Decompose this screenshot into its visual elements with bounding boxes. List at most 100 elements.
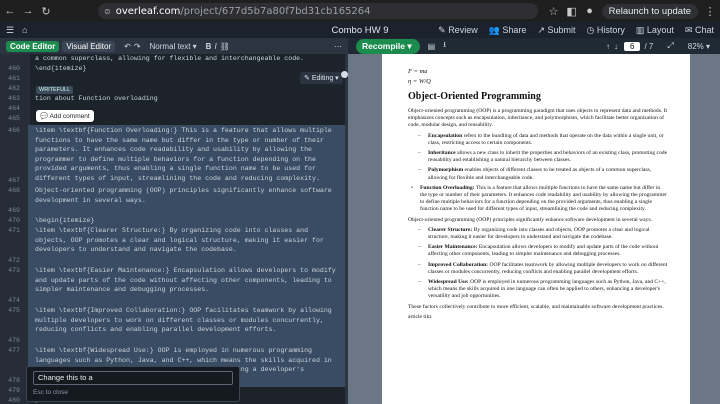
line-text: \item \textbf{Clearer Structure:} By org… [35, 227, 324, 254]
submit-button[interactable]: ↗ Submit [537, 25, 575, 36]
line-text: a common superclass, allowing for flexib… [35, 55, 305, 62]
fullscreen-icon[interactable]: ⤢ [667, 41, 673, 51]
list-item: • Function Overloading: This is a feature… [411, 184, 667, 213]
review-button[interactable]: ✎ Review [438, 25, 478, 36]
comment-icon: 💬 [40, 113, 49, 120]
code-line[interactable]: 471 \item \textbf{Clearer Structure:} By… [0, 226, 345, 256]
forward-icon[interactable]: → [22, 5, 34, 17]
section-heading: Object-Oriented Programming [408, 91, 541, 102]
line-number: 476 [8, 337, 20, 344]
share-button[interactable]: 👥 Share [489, 25, 527, 36]
code-line[interactable]: 475 \item \textbf{Improved Collaboration… [0, 306, 345, 336]
code-line[interactable]: 473 \item \textbf{Easier Maintenance:} E… [0, 266, 345, 296]
paragraph: article tikz [408, 313, 432, 320]
pane-collapse-handle[interactable] [341, 71, 348, 78]
equation: η = W/Q [408, 78, 431, 85]
menu-icon[interactable]: ⋮ [704, 5, 716, 18]
paragraph: Object-oriented programming (OOP) is a p… [408, 108, 668, 129]
line-text: \begin{itemize} [35, 217, 95, 224]
chat-button[interactable]: ✉ Chat [685, 25, 714, 36]
pencil-icon: ✎ [304, 75, 310, 82]
zoom-select[interactable]: 82% ▾ [688, 42, 710, 51]
line-number: 479 [8, 387, 20, 394]
layout-label: Layout [646, 24, 674, 35]
history-label: History [596, 24, 625, 35]
list-item: – Encapsulation refers to the bundling of… [418, 132, 664, 146]
add-comment-button[interactable]: 💬 Add comment [36, 110, 94, 122]
browser-toolbar: ← → ↻ ⊜ overleaf.com/project/677d5b7a80f… [0, 0, 720, 22]
url-path: /project/677d5b7a80f7bd31cb165264 [180, 5, 371, 17]
profile-icon[interactable]: ● [584, 5, 596, 17]
more-icon[interactable]: ⋯ [334, 42, 342, 51]
reload-icon[interactable]: ↻ [40, 5, 52, 18]
line-number: 467 [8, 177, 20, 184]
list-term: Inheritance [428, 150, 456, 157]
line-number: 464 [8, 105, 20, 112]
line-text: tion about Function overloading [35, 95, 158, 102]
line-number: 469 [8, 207, 20, 214]
line-number: 460 [8, 65, 20, 72]
visual-editor-toggle[interactable]: Visual Editor [62, 40, 116, 52]
line-number: 466 [8, 127, 20, 134]
add-comment-label: Add comment [49, 113, 90, 120]
undo-icon[interactable]: ↶ [124, 42, 131, 51]
list-term: Easier Maintenance: [428, 244, 478, 251]
logs-icon[interactable]: ▤ [428, 42, 436, 51]
line-number: 474 [8, 297, 20, 304]
code-editor[interactable]: a common superclass, allowing for flexib… [0, 54, 345, 404]
list-term: Improved Collaboration: [428, 261, 489, 268]
equation: F = ma [408, 68, 428, 75]
list-text: refers to the bundling of data and metho… [428, 132, 664, 146]
history-button[interactable]: ◷ History [587, 25, 625, 36]
code-line[interactable]: 466 \item \textbf{Function Overloading:} … [0, 126, 345, 182]
editor-toolbar: Code Editor Visual Editor ↶ ↷ Normal tex… [0, 38, 348, 54]
list-item: – Polymorphism enables objects of differe… [418, 167, 652, 181]
back-icon[interactable]: ← [4, 5, 16, 17]
url-host: overleaf.com [115, 5, 181, 17]
line-number: 473 [8, 267, 20, 274]
site-info-icon[interactable]: ⊜ [104, 7, 111, 16]
address-bar[interactable]: ⊜ overleaf.com/project/677d5b7a80f7bd31c… [98, 3, 538, 19]
style-select[interactable]: Normal text ▾ [150, 42, 197, 51]
italic-icon[interactable]: I [214, 42, 216, 51]
esc-hint: Esc to close [33, 389, 69, 396]
download-icon[interactable]: ⭳ [443, 39, 446, 53]
redo-icon[interactable]: ↷ [134, 42, 141, 51]
review-label: Review [448, 24, 478, 35]
writefull-badge[interactable]: WRITEFULL [36, 86, 74, 94]
line-number: 480 [8, 397, 20, 404]
line-number: 463 [8, 95, 20, 102]
link-icon[interactable]: ⛓ [220, 42, 230, 51]
line-number: 461 [8, 75, 20, 82]
ai-assist-popup: Change this to a Esc to close [26, 366, 240, 402]
editing-label: Editing [311, 75, 334, 82]
bold-icon[interactable]: B [206, 42, 212, 51]
line-number: 468 [8, 187, 20, 194]
line-number: 471 [8, 227, 20, 234]
relaunch-button[interactable]: Relaunch to update [601, 3, 698, 19]
list-term: Clearer Structure: [428, 226, 473, 233]
prev-page-icon[interactable]: ↑ [606, 42, 610, 51]
line-number: 472 [8, 257, 20, 264]
list-term: Widespread Use: [428, 279, 469, 286]
ai-prompt-input[interactable]: Change this to a [33, 371, 233, 385]
share-label: Share [502, 24, 527, 35]
list-term: Polymorphism [428, 167, 464, 174]
paragraph: These factors collectively contribute to… [408, 303, 664, 310]
line-text: \end{itemize} [35, 65, 87, 72]
page-number-input[interactable]: 6 [624, 41, 641, 51]
star-icon[interactable]: ☆ [548, 5, 560, 18]
line-number: 465 [8, 115, 20, 122]
code-editor-toggle[interactable]: Code Editor [6, 40, 60, 52]
code-line[interactable]: 468 Object-oriented programming (OOP) pri… [0, 186, 345, 206]
extension-icon[interactable]: ◧ [566, 5, 578, 18]
line-number: 475 [8, 307, 20, 314]
recompile-button[interactable]: Recompile ▾ [356, 38, 420, 54]
chat-label: Chat [694, 24, 714, 35]
list-item: – Improved Collaboration: OOP facilitates… [418, 261, 668, 275]
list-item: – Clearer Structure: By organizing code i… [418, 226, 650, 241]
layout-button[interactable]: ▥ Layout [636, 25, 674, 36]
next-page-icon[interactable]: ↓ [614, 42, 618, 51]
line-text: \item \textbf{Function Overloading:} Thi… [35, 127, 332, 182]
editing-mode-dropdown[interactable]: ✎ Editing ▾ [300, 72, 343, 84]
